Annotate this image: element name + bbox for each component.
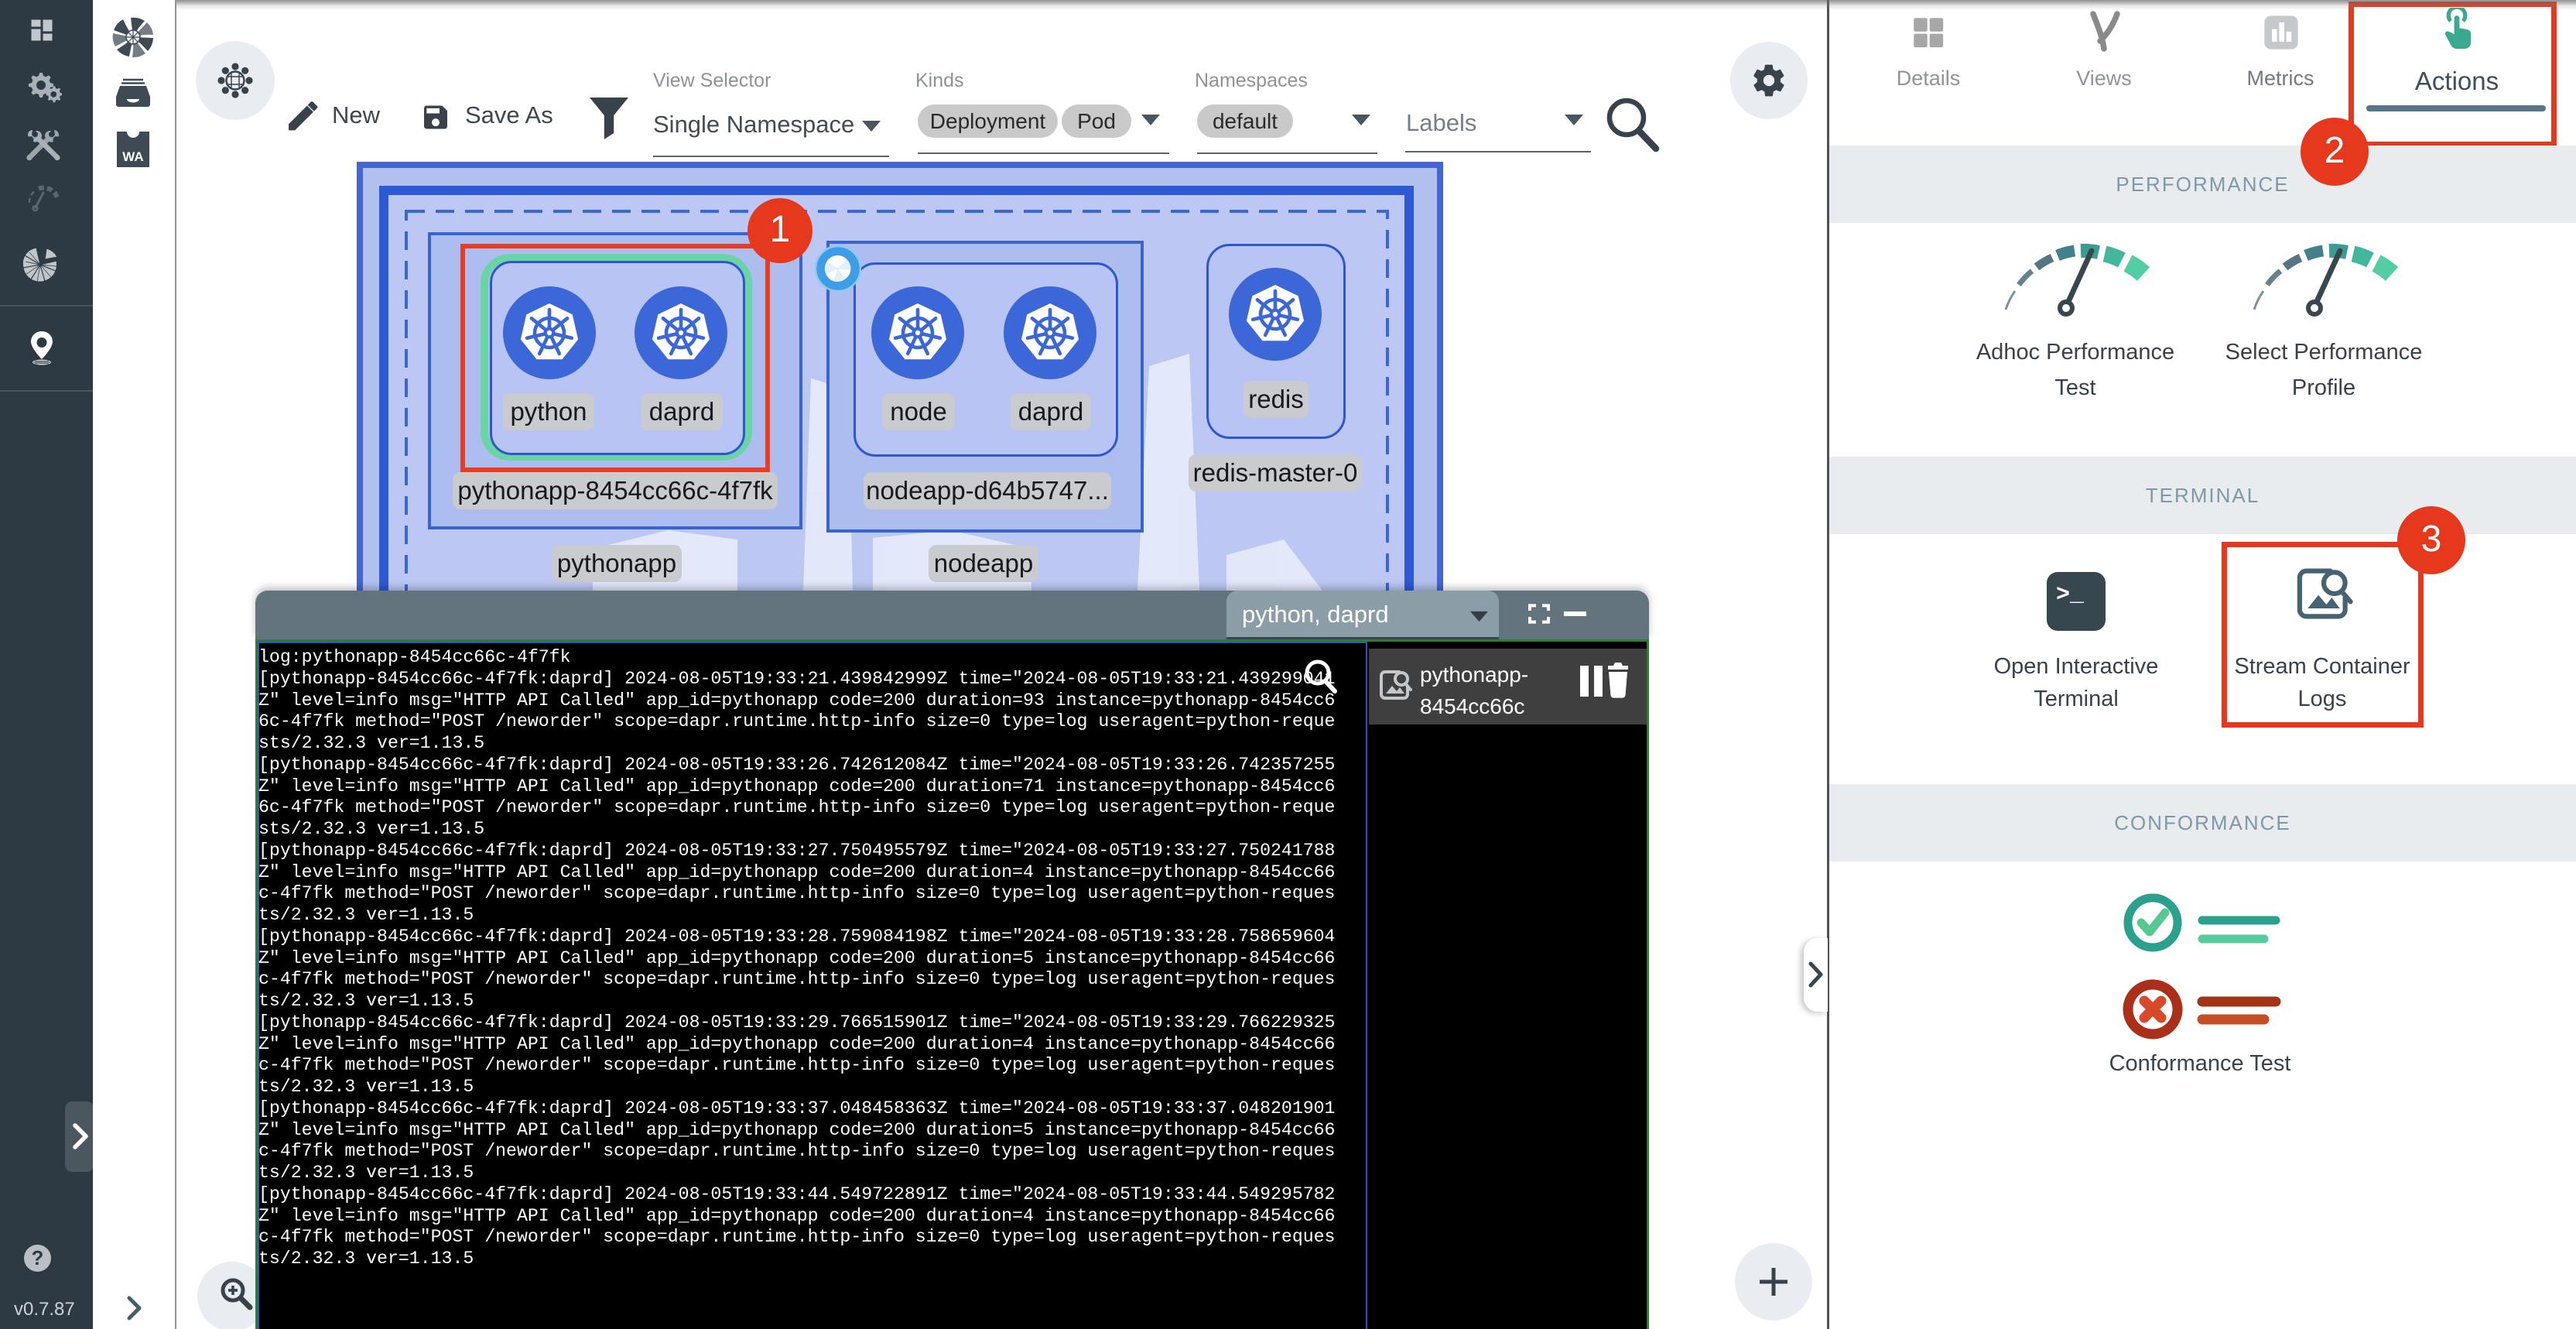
svg-text:WA: WA: [122, 149, 143, 164]
